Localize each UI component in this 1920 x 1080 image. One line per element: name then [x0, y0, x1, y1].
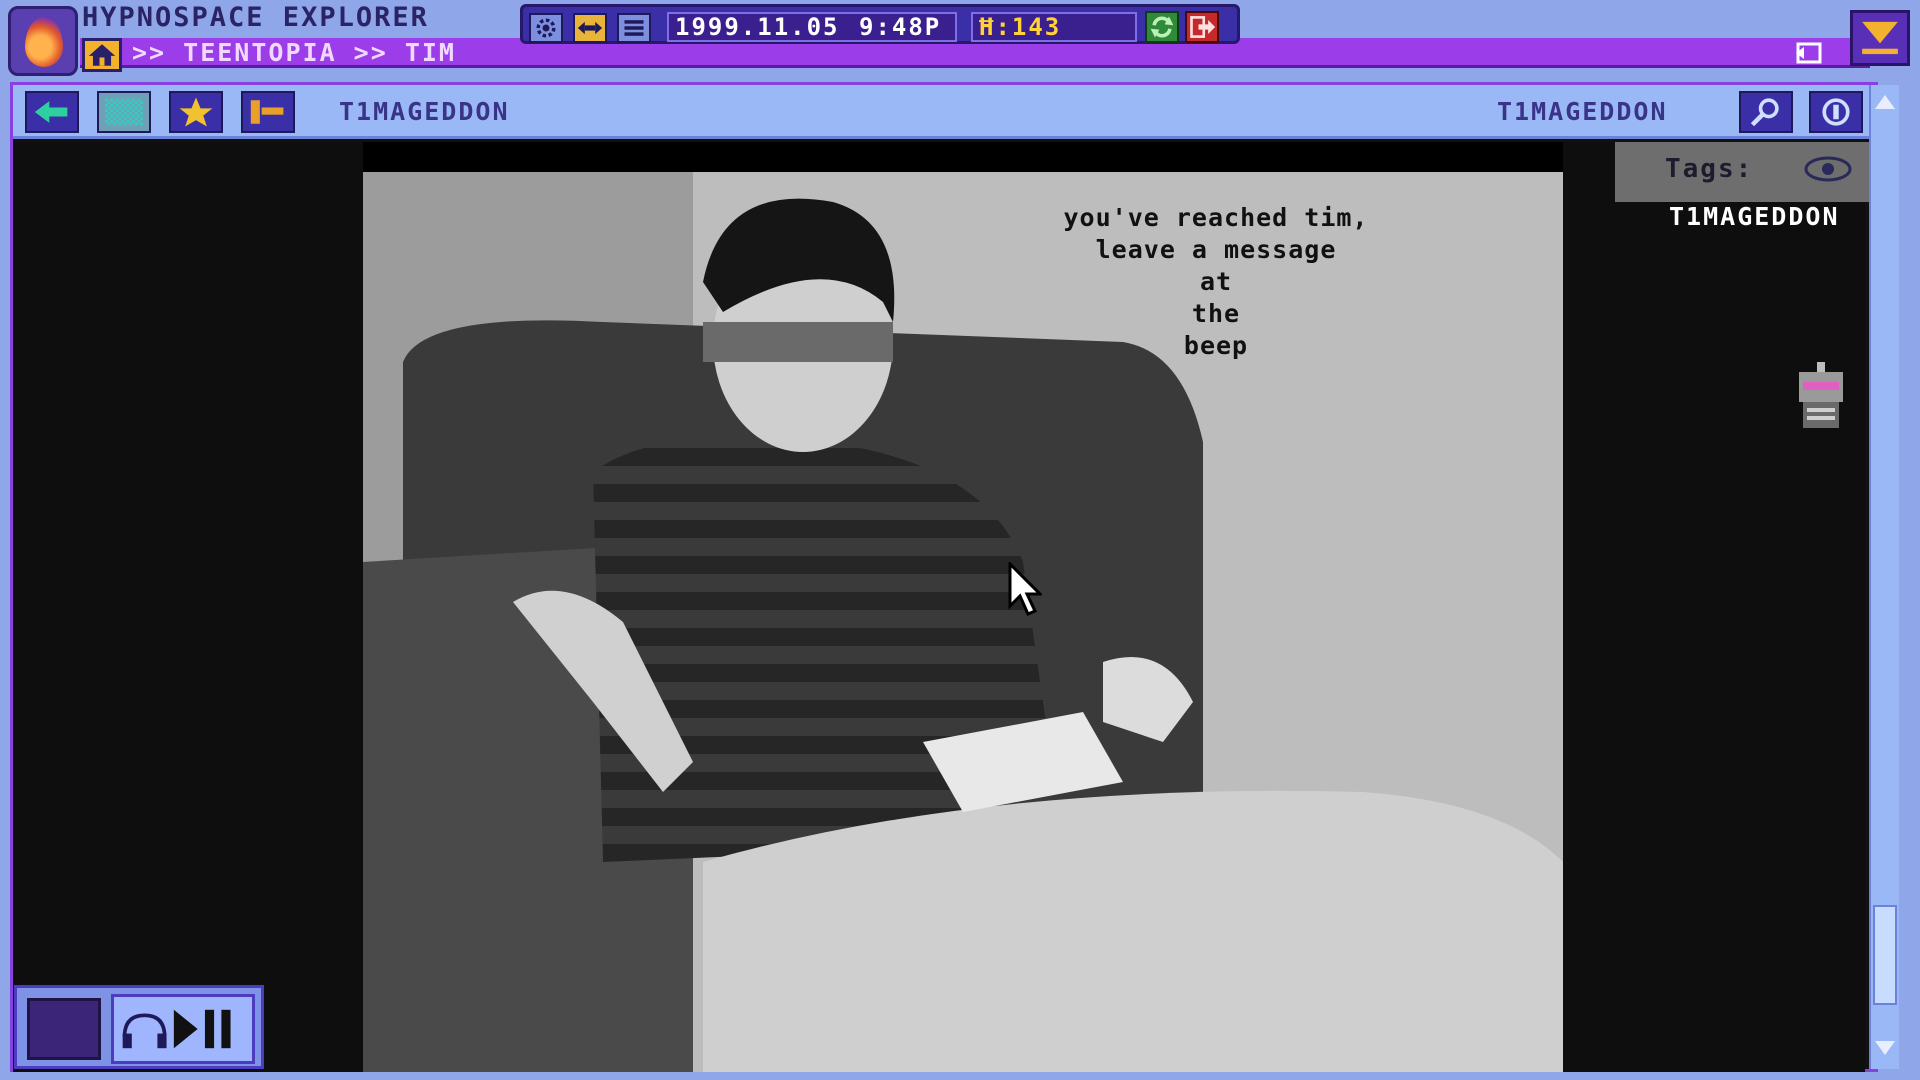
tag-item[interactable]: T1MAGEDDON	[1669, 202, 1840, 231]
gear-icon[interactable]	[529, 13, 563, 43]
headphones-icon[interactable]	[122, 1013, 167, 1049]
scroll-down-icon[interactable]	[1873, 1035, 1897, 1061]
scroll-thumb[interactable]	[1873, 905, 1897, 1005]
time-text: 9:48P	[859, 13, 942, 41]
star-icon	[179, 97, 213, 127]
status-panel: 1999.11.05 9:48P Ħ:143	[520, 4, 1240, 44]
eye-icon[interactable]	[1803, 154, 1853, 184]
favorite-button[interactable]	[169, 91, 223, 133]
home-button[interactable]	[82, 38, 122, 72]
search-button[interactable]	[1739, 91, 1793, 133]
search-icon	[1750, 98, 1779, 127]
coin-button[interactable]	[1809, 91, 1863, 133]
minimize-button[interactable]	[1850, 10, 1910, 66]
player-controls[interactable]	[111, 994, 255, 1064]
browser-window: T1MAGEDDON T1MAGEDDON you've reached tim…	[10, 82, 1899, 1072]
music-player	[14, 985, 264, 1069]
page-toolbar: T1MAGEDDON T1MAGEDDON	[13, 85, 1875, 139]
mouse-cursor	[1008, 560, 1044, 618]
scroll-up-icon[interactable]	[1873, 89, 1897, 115]
page-content: you've reached tim, leave a message at t…	[13, 142, 1869, 1072]
bookmark-icon	[250, 100, 284, 124]
home-icon	[88, 44, 116, 66]
wallpaper-icon	[105, 98, 143, 126]
robot-icon[interactable]	[1791, 362, 1851, 438]
breadcrumb[interactable]: >> TEENTOPIA >> TIM	[132, 38, 456, 68]
refresh-icon[interactable]	[1145, 11, 1179, 43]
player-display	[27, 998, 101, 1060]
bookmark-button[interactable]	[241, 91, 295, 133]
exit-icon[interactable]	[1185, 11, 1219, 43]
coin-counter: Ħ:143	[971, 12, 1137, 42]
coin-icon	[1822, 98, 1850, 126]
page-name: T1MAGEDDON	[339, 97, 510, 126]
user-name[interactable]: T1MAGEDDON	[1497, 91, 1668, 133]
app-title: HYPNOSPACE EXPLORER	[82, 2, 429, 33]
return-icon[interactable]	[1794, 40, 1824, 66]
wallpaper-button[interactable]	[97, 91, 151, 133]
back-button[interactable]	[25, 91, 79, 133]
back-arrow-icon	[34, 101, 68, 123]
date-text: 1999.11.05	[675, 13, 840, 41]
tags-label: Tags:	[1665, 154, 1754, 184]
date-time-display: 1999.11.05 9:48P	[667, 12, 957, 42]
minimize-icon	[1862, 21, 1898, 55]
play-pause-icon[interactable]	[173, 1009, 231, 1049]
resize-arrows-icon[interactable]	[573, 13, 607, 43]
hypnospace-logo-icon[interactable]	[8, 6, 78, 76]
scrollbar[interactable]	[1869, 85, 1899, 1069]
list-icon[interactable]	[617, 13, 651, 43]
page-caption: you've reached tim, leave a message at t…	[1063, 203, 1369, 360]
